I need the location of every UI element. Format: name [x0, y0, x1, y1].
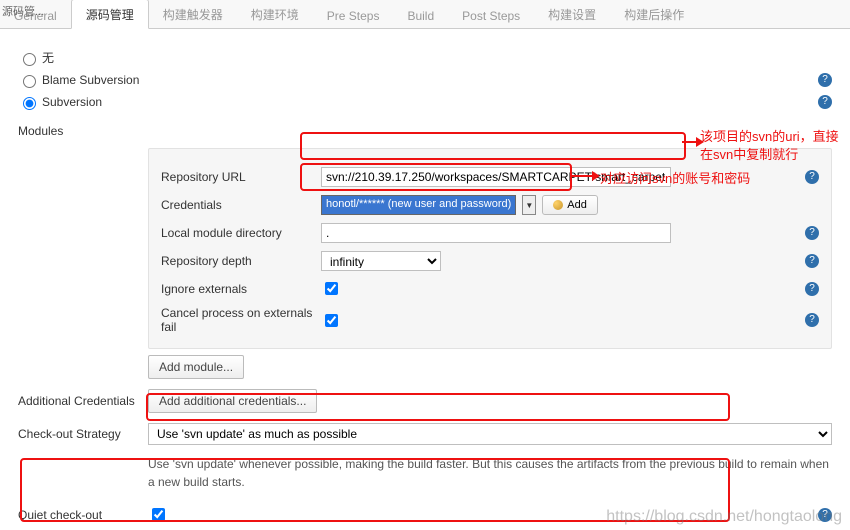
radio-none[interactable] [23, 53, 36, 66]
add-module-button[interactable]: Add module... [148, 355, 244, 379]
dropdown-icon[interactable]: ▼ [522, 195, 536, 215]
localdir-input[interactable] [321, 223, 671, 243]
radio-svn-label: Subversion [42, 95, 818, 109]
tab-postbuild[interactable]: 构建后操作 [610, 0, 698, 28]
tab-presteps[interactable]: Pre Steps [313, 3, 394, 28]
add-credentials-button[interactable]: Add [542, 195, 598, 215]
add-additional-cred-button[interactable]: Add additional credentials... [148, 389, 317, 413]
help-icon[interactable]: ? [805, 282, 819, 296]
side-label: 源码管... [2, 3, 44, 19]
radio-blame[interactable] [23, 75, 36, 88]
tab-env[interactable]: 构建环境 [237, 0, 313, 28]
cancel-label: Cancel process on externals fail [161, 306, 321, 334]
ignore-label: Ignore externals [161, 282, 321, 296]
repo-url-label: Repository URL [161, 170, 321, 184]
annotation-repo: 该项目的svn的uri，直接在svn中复制就行 [700, 128, 850, 163]
help-icon[interactable]: ? [805, 254, 819, 268]
radio-none-label: 无 [42, 49, 832, 66]
localdir-label: Local module directory [161, 226, 321, 240]
arrow-icon [570, 170, 598, 182]
annotation-cred: 对应访问svn的账号和密码 [600, 170, 750, 188]
tab-bar: General 源码管理 构建触发器 构建环境 Pre Steps Build … [0, 0, 850, 29]
cancel-externals-checkbox[interactable] [325, 314, 338, 327]
depth-select[interactable]: infinity [321, 251, 441, 271]
tab-settings[interactable]: 构建设置 [534, 0, 610, 28]
watermark: https://blog.csdn.net/hongtaolong [606, 508, 842, 526]
credentials-label: Credentials [161, 198, 321, 212]
checkout-strategy-label: Check-out Strategy [18, 427, 148, 441]
depth-label: Repository depth [161, 254, 321, 268]
tab-poststeps[interactable]: Post Steps [448, 3, 534, 28]
quiet-checkout-checkbox[interactable] [152, 508, 165, 521]
additional-cred-label: Additional Credentials [18, 394, 148, 408]
tab-build[interactable]: Build [393, 3, 448, 28]
help-icon[interactable]: ? [818, 95, 832, 109]
tab-triggers[interactable]: 构建触发器 [149, 0, 237, 28]
ignore-externals-checkbox[interactable] [325, 282, 338, 295]
tab-scm[interactable]: 源码管理 [71, 0, 149, 29]
key-icon [553, 200, 563, 210]
help-icon[interactable]: ? [805, 226, 819, 240]
content-area: 无 Blame Subversion ? Subversion ? Module… [0, 29, 850, 530]
help-icon[interactable]: ? [818, 73, 832, 87]
checkout-strategy-desc: Use 'svn update' whenever possible, maki… [148, 455, 832, 491]
radio-svn[interactable] [23, 97, 36, 110]
arrow-icon [682, 136, 700, 148]
quiet-checkout-label: Quiet check-out [18, 508, 148, 522]
help-icon[interactable]: ? [805, 170, 819, 184]
radio-blame-label: Blame Subversion [42, 73, 818, 87]
credentials-select[interactable]: honotl/****** (new user and password) [321, 195, 516, 215]
help-icon[interactable]: ? [805, 313, 819, 327]
checkout-strategy-select[interactable]: Use 'svn update' as much as possible [148, 423, 832, 445]
